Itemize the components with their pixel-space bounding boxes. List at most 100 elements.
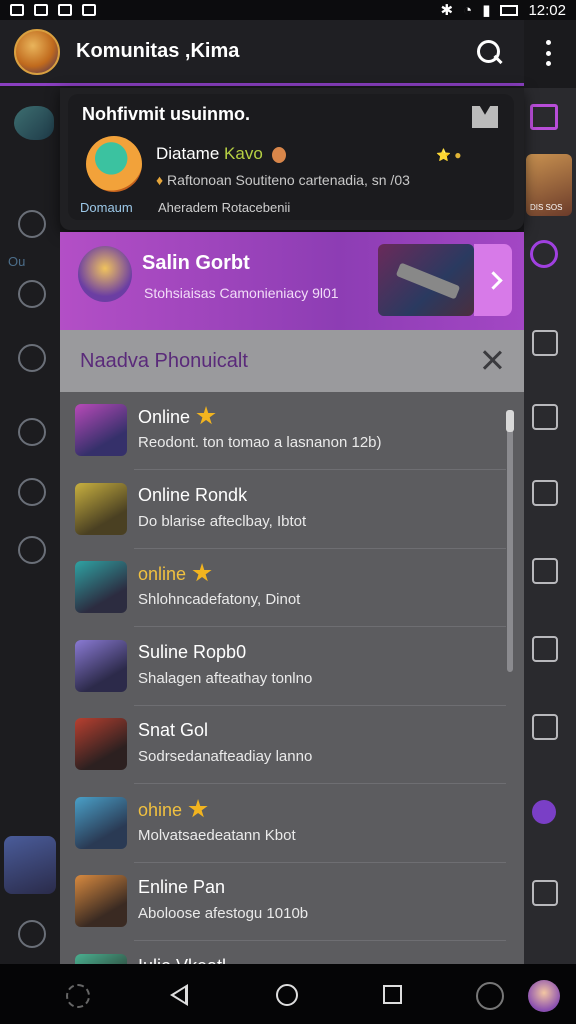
promo-banner[interactable]: Salin Gorbt Stohsiaisas Camonieniacy 9l0… <box>60 232 524 330</box>
bookmark-icon[interactable] <box>532 404 558 430</box>
sender-name: Diatame <box>156 144 220 163</box>
notification-sender: Diatame Kavo <box>156 144 286 164</box>
profile-avatar[interactable] <box>528 980 560 1012</box>
list-item[interactable]: ohine Molvatsaedeatann Kbot <box>60 785 524 863</box>
list-item-title-text: Online <box>138 407 191 427</box>
list-item-title-text: online <box>138 564 187 584</box>
share-icon[interactable] <box>532 714 558 740</box>
list-item-title: Online Rondk <box>138 485 247 506</box>
notification-card[interactable]: Nohfivmit usuinmo. Diatame Kavo ⭐ ● ♦ Ra… <box>60 88 524 230</box>
status-bar: ✱ ◔ ▮ 12:02 <box>0 0 576 20</box>
refresh-icon[interactable] <box>66 984 90 1008</box>
list-item-thumbnail <box>75 404 127 456</box>
list-item-subtitle: Sodrsedanafteadiay lanno <box>138 748 313 765</box>
list-item-title: Suline Ropb0 <box>138 642 246 663</box>
divider <box>134 626 506 627</box>
list-item-title-text: Online Rondk <box>138 485 248 505</box>
list-item[interactable]: Suline Ropb0 Shalagen afteathay tonlno <box>60 628 524 706</box>
notification-avatar <box>86 136 142 192</box>
list-item[interactable]: Online Reodont. ton tomao a lasnanon 12b) <box>60 392 524 470</box>
divider <box>134 469 506 470</box>
divider <box>134 783 506 784</box>
list-item-title: Iulio Vkeatl <box>138 956 226 964</box>
more-menu-icon[interactable] <box>540 40 556 66</box>
featured-image[interactable]: DIS SOS <box>526 154 572 216</box>
featured-image-label: DIS SOS <box>530 203 563 212</box>
signal-icon: ▮ <box>482 2 491 19</box>
compose-icon[interactable] <box>532 800 556 824</box>
app-screen: ✱ ◔ ▮ 12:02 Komunitas ,Kima Ou DIS SOS N… <box>0 0 576 1024</box>
sender-emoji-icon <box>271 146 286 163</box>
list-item[interactable]: Snat Gol Sodrsedanafteadiay lanno <box>60 706 524 784</box>
discover-icon[interactable] <box>530 240 558 268</box>
promo-avatar <box>78 246 132 302</box>
left-sidebar: Ou <box>0 88 60 964</box>
bluetooth-share-icon[interactable] <box>18 478 46 506</box>
wifi-icon: ◔ <box>463 1 473 19</box>
list-item-title: online <box>138 563 212 585</box>
fish-icon[interactable] <box>14 106 54 140</box>
list-item-subtitle: Molvatsaedeatann Kbot <box>138 827 296 844</box>
camera-icon <box>58 4 72 16</box>
list-item[interactable]: Enline Pan Aboloose afestogu 1010b <box>60 863 524 941</box>
notification-link[interactable]: Domaum <box>80 200 133 215</box>
divider <box>134 940 506 941</box>
app-bar: Komunitas ,Kima <box>0 20 551 86</box>
notification-badge: ⭐ ● <box>436 148 462 162</box>
divider <box>134 705 506 706</box>
layers-icon[interactable] <box>532 330 558 356</box>
page-title: Komunitas ,Kima <box>76 40 240 62</box>
notification-icon <box>10 4 24 16</box>
recents-icon[interactable] <box>383 985 402 1004</box>
notification-message: Raftonoan Soutiteno cartenadia, sn /03 <box>167 172 410 188</box>
list-item-title: Online <box>138 406 216 428</box>
comment-icon[interactable] <box>18 280 46 308</box>
list-item-thumbnail <box>75 561 127 613</box>
tag-icon[interactable] <box>532 558 558 584</box>
user-list: Iulio Vkeatl Enline Pan Aboloose afestogu … <box>60 392 524 964</box>
list-item-thumbnail <box>75 718 127 770</box>
community-avatar[interactable] <box>14 28 60 75</box>
user-thumbnail[interactable] <box>4 836 56 894</box>
divider <box>134 548 506 549</box>
scrollbar-track[interactable] <box>507 410 513 672</box>
search-icon[interactable] <box>475 38 505 68</box>
list-item-title: ohine <box>138 799 208 821</box>
divider <box>134 862 506 863</box>
promo-title: Salin Gorbt <box>142 252 250 274</box>
chat-icon[interactable] <box>18 210 46 238</box>
scrollbar-thumb[interactable] <box>506 410 514 432</box>
navigation-bar <box>0 964 576 1024</box>
close-icon[interactable] <box>482 350 502 370</box>
list-item-thumbnail <box>75 640 127 692</box>
section-title: Naadva Phonuicalt <box>80 350 248 372</box>
bubble-icon[interactable] <box>18 418 46 446</box>
promo-image <box>378 244 474 316</box>
list-item-subtitle: Aboloose afestogu 1010b <box>138 905 309 922</box>
bluetooth-icon: ✱ <box>440 2 454 19</box>
search-chat-icon[interactable] <box>18 536 46 564</box>
list-item[interactable]: Iulio Vkeatl <box>60 942 524 964</box>
edit-icon[interactable] <box>532 636 558 662</box>
flame-icon: ♦ <box>156 172 168 188</box>
tools-icon[interactable] <box>532 880 558 906</box>
home-icon[interactable] <box>276 984 298 1006</box>
profile-icon[interactable] <box>532 480 558 506</box>
settings-icon[interactable] <box>18 344 46 372</box>
section-header: Naadva Phonuicalt <box>60 330 524 392</box>
left-rail-label: Ou <box>8 254 26 269</box>
chevron-right-icon[interactable] <box>474 244 512 316</box>
star-icon <box>196 406 216 425</box>
list-item-title-text: Enline Pan <box>138 877 226 897</box>
inbox-icon[interactable] <box>530 104 558 130</box>
back-icon[interactable] <box>170 984 188 1006</box>
notification-subtext: Aheradem Rotacebenii <box>158 200 291 215</box>
list-item[interactable]: Online Rondk Do blarise afteclbay, Ibtot <box>60 471 524 549</box>
list-item-title: Enline Pan <box>138 877 225 898</box>
list-item-title: Snat Gol <box>138 720 208 741</box>
help-icon[interactable] <box>18 920 46 948</box>
list-item[interactable]: online Shlohncadefatony, Dinot <box>60 549 524 627</box>
compass-icon[interactable] <box>476 982 504 1010</box>
message-icon <box>82 4 96 16</box>
mail-icon <box>34 4 48 16</box>
